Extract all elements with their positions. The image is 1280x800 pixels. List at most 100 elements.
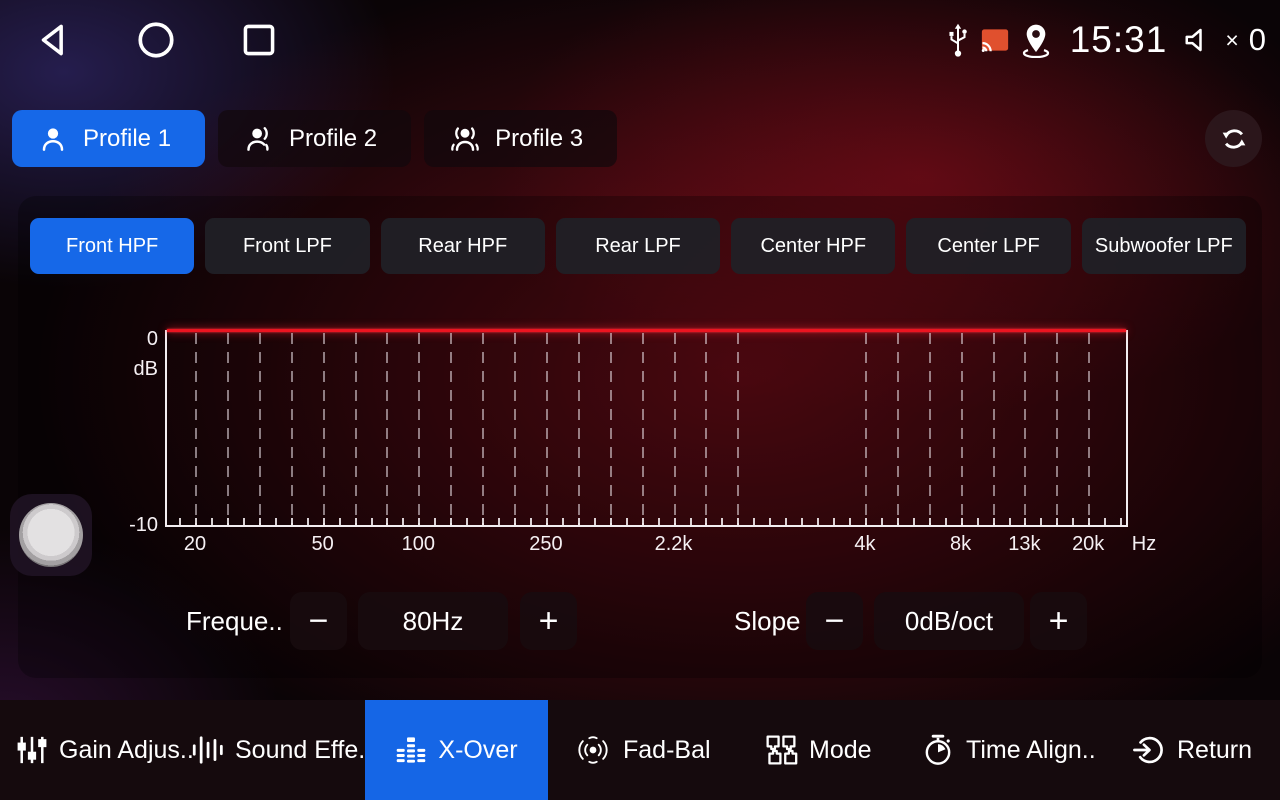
x-axis-tick (355, 518, 357, 525)
x-axis-tick-label: 50 (311, 533, 333, 556)
x-axis-tick (977, 518, 979, 525)
x-axis-tick-label: 2.2k (655, 533, 693, 556)
x-axis-tick-label: 13k (1008, 533, 1040, 556)
nav-time-align[interactable]: Time Align.. (921, 700, 1096, 800)
tab-center-hpf[interactable]: Center HPF (731, 218, 895, 274)
frequency-gridline (1088, 333, 1090, 525)
tab-front-lpf[interactable]: Front LPF (205, 218, 369, 274)
frequency-gridline (227, 333, 229, 525)
frequency-gridline (1024, 333, 1026, 525)
frequency-gridline (418, 333, 420, 525)
mode-grid-icon (764, 733, 798, 767)
x-axis-tick (1072, 518, 1074, 525)
x-axis-tick (530, 518, 532, 525)
nav-label: Fad-Bal (623, 736, 711, 765)
nav-xover[interactable]: X-Over (365, 700, 548, 800)
response-curve (167, 329, 1126, 332)
plus-icon: + (1049, 602, 1069, 641)
reset-button[interactable] (1205, 110, 1262, 167)
frequency-gridline (674, 333, 676, 525)
profile-3-button[interactable]: Profile 3 (424, 110, 617, 167)
cast-icon (980, 27, 1010, 53)
back-icon[interactable] (34, 20, 72, 60)
frequency-minus-button[interactable]: − (290, 592, 347, 650)
tab-rear-lpf[interactable]: Rear LPF (556, 218, 720, 274)
x-axis-tick (1120, 518, 1122, 525)
x-axis-tick (705, 518, 707, 525)
x-axis-tick (1024, 518, 1026, 525)
x-axis-tick (865, 518, 867, 525)
tab-label: Rear HPF (418, 235, 507, 258)
slope-minus-button[interactable]: − (806, 592, 863, 650)
profile-label: Profile 3 (495, 125, 583, 153)
slope-value: 0dB/oct (874, 592, 1024, 650)
floating-knob-button[interactable] (10, 494, 92, 576)
x-axis-tick (307, 518, 309, 525)
frequency-label: Freque.. (186, 592, 283, 650)
x-axis-tick (562, 518, 564, 525)
gain-sliders-icon (16, 734, 48, 766)
tab-front-hpf[interactable]: Front HPF (30, 218, 194, 274)
nav-label: Mode (809, 736, 872, 765)
x-axis-tick (626, 518, 628, 525)
clock: 15:31 (1070, 19, 1168, 61)
x-axis-tick (211, 518, 213, 525)
nav-mode[interactable]: Mode (764, 700, 872, 800)
frequency-gridline (897, 333, 899, 525)
stopwatch-icon (921, 733, 955, 767)
tab-center-lpf[interactable]: Center LPF (906, 218, 1070, 274)
profile-label: Profile 1 (83, 125, 171, 153)
usb-icon (946, 22, 970, 58)
profile-2-button[interactable]: Profile 2 (218, 110, 411, 167)
y-axis-min-label: -10 (112, 514, 158, 537)
nav-fad-bal[interactable]: Fad-Bal (574, 700, 711, 800)
x-axis-tick (737, 518, 739, 525)
x-axis-tick-label: 20 (184, 533, 206, 556)
x-axis-tick (514, 518, 516, 525)
frequency-gridline (450, 333, 452, 525)
person-icon (38, 124, 68, 154)
tab-subwoofer-lpf[interactable]: Subwoofer LPF (1082, 218, 1246, 274)
x-axis-tick (945, 518, 947, 525)
xover-plot[interactable] (165, 330, 1128, 527)
system-nav (34, 18, 278, 62)
x-axis-tick (801, 518, 803, 525)
volume-muted-icon[interactable] (1183, 25, 1213, 55)
frequency-gridline (705, 333, 707, 525)
x-axis-tick (721, 518, 723, 525)
x-axis-tick (498, 518, 500, 525)
x-axis-tick (1040, 518, 1042, 525)
x-axis-tick (753, 518, 755, 525)
x-axis-tick (610, 518, 612, 525)
recents-icon[interactable] (240, 21, 278, 59)
profile-label: Profile 2 (289, 125, 377, 153)
x-axis-tick (833, 518, 835, 525)
fader-balance-icon (574, 734, 612, 766)
x-axis-tick (658, 518, 660, 525)
x-axis-tick (578, 518, 580, 525)
sound-effect-icon (190, 734, 224, 766)
frequency-plus-button[interactable]: + (520, 592, 577, 650)
x-axis-tick (961, 518, 963, 525)
x-axis-tick (849, 518, 851, 525)
nav-sound-effect[interactable]: Sound Effe.. (190, 700, 372, 800)
x-axis-tick (482, 518, 484, 525)
profile-1-button[interactable]: Profile 1 (12, 110, 205, 167)
tab-label: Front HPF (66, 235, 158, 258)
x-axis-tick (546, 518, 548, 525)
frequency-gridline (386, 333, 388, 525)
tab-rear-hpf[interactable]: Rear HPF (381, 218, 545, 274)
nav-return[interactable]: Return (1132, 700, 1252, 800)
x-axis-tick (769, 518, 771, 525)
y-axis-unit-label: dB (112, 358, 158, 381)
frequency-gridline (737, 333, 739, 525)
x-axis-tick-label: 20k (1072, 533, 1104, 556)
plus-icon: + (539, 602, 559, 641)
volume-times-label: × (1225, 27, 1238, 54)
home-icon[interactable] (136, 20, 176, 60)
frequency-gridline (578, 333, 580, 525)
nav-gain-adjust[interactable]: Gain Adjus.. (16, 700, 194, 800)
bottom-nav: Gain Adjus.. Sound Effe.. (0, 700, 1280, 800)
slope-plus-button[interactable]: + (1030, 592, 1087, 650)
x-axis-tick (690, 518, 692, 525)
